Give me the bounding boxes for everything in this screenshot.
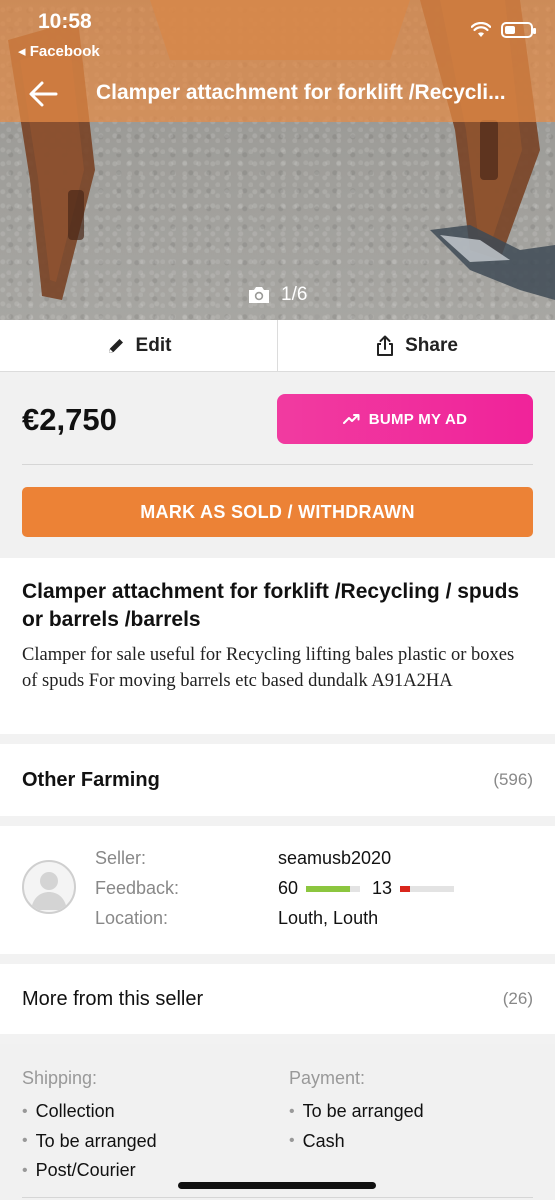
category-row[interactable]: Other Farming (596) (0, 744, 555, 816)
category-name: Other Farming (22, 768, 160, 791)
category-count: (596) (493, 770, 533, 789)
seller-section: Seller: Feedback: Location: seamusb2020 … (0, 826, 555, 954)
seller-name[interactable]: seamusb2020 (278, 848, 391, 869)
mark-as-sold-button[interactable]: MARK AS SOLD / WITHDRAWN (22, 487, 533, 537)
bump-my-ad-button[interactable]: BUMP MY AD (277, 394, 533, 444)
feedback-summary[interactable]: 60 13 (278, 878, 455, 899)
listing-description: Clamper for sale useful for Recycling li… (22, 645, 515, 691)
status-time: 10:58 (38, 10, 92, 33)
edit-button[interactable]: Edit (0, 320, 277, 371)
more-from-seller-count: (26) (502, 989, 533, 1008)
photo-counter-text: 1/6 (281, 284, 308, 305)
photo-counter: 1/6 (247, 284, 307, 306)
camera-icon (249, 287, 269, 303)
home-indicator[interactable] (178, 1182, 376, 1189)
more-from-seller-label: More from this seller (22, 987, 204, 1010)
status-icons (471, 22, 536, 38)
shipping-column: Shipping: • Collection • To be arranged • P… (22, 1068, 157, 1186)
shipping-option: • To be arranged (22, 1130, 157, 1151)
listing-title: Clamper attachment for forklift /Recycli… (22, 580, 520, 631)
divider (22, 464, 533, 465)
share-label: Share (405, 334, 458, 356)
shipping-payment-section: Shipping: • Collection • To be arranged • P… (0, 1044, 555, 1200)
seller-location: Louth, Louth (278, 908, 379, 928)
negative-feedback-bar (400, 885, 455, 892)
payment-option-label: To be arranged (302, 1101, 424, 1122)
listing-details: Clamper attachment for forklift /Recycli… (0, 558, 555, 734)
back-to-app-link[interactable]: ◂ Facebook (18, 42, 100, 60)
negative-feedback-count: 13 (372, 878, 393, 898)
shipping-option-label: Collection (35, 1101, 115, 1122)
battery-icon (501, 22, 536, 38)
listing-photo[interactable]: 10:58 ◂ Facebook Clamper attachment for … (0, 0, 555, 320)
payment-option: • To be arranged (289, 1101, 424, 1122)
payment-column: Payment: • To be arranged • Cash (289, 1068, 424, 1156)
payment-option: • Cash (289, 1130, 345, 1151)
divider (22, 1197, 533, 1198)
trend-up-icon (342, 414, 360, 424)
shipping-option: • Collection (22, 1101, 115, 1122)
location-label: Location: (95, 908, 169, 928)
share-icon (377, 335, 394, 356)
price-section: €2,750 BUMP MY AD MARK AS SOLD / WITHDRA… (0, 372, 555, 558)
positive-feedback-bar (306, 885, 361, 892)
more-from-seller-row[interactable]: More from this seller (26) (0, 964, 555, 1034)
avatar-placeholder-icon (31, 872, 67, 910)
price: €2,750 (22, 402, 117, 437)
avatar[interactable] (22, 860, 76, 914)
action-row: Edit Share (0, 320, 555, 372)
negative-feedback-fill (400, 885, 410, 892)
edit-label: Edit (135, 334, 172, 356)
seller-label: Seller: (95, 848, 147, 868)
payment-option-label: Cash (302, 1130, 345, 1151)
shipping-heading: Shipping: (22, 1068, 98, 1088)
shipping-option-label: To be arranged (35, 1130, 157, 1151)
payment-heading: Payment: (289, 1068, 366, 1088)
positive-feedback-count: 60 (278, 878, 299, 898)
page-title: Clamper attachment for forklift /Recycli… (96, 81, 506, 104)
feedback-label: Feedback: (95, 878, 180, 898)
pencil-icon (108, 338, 123, 353)
share-button[interactable]: Share (277, 320, 555, 371)
bump-label: BUMP MY AD (368, 410, 468, 428)
shipping-option: • Post/Courier (22, 1160, 136, 1181)
positive-feedback-fill (306, 885, 351, 892)
shipping-option-label: Post/Courier (35, 1160, 136, 1181)
wifi-icon (471, 22, 491, 37)
back-arrow-icon[interactable] (26, 76, 62, 112)
